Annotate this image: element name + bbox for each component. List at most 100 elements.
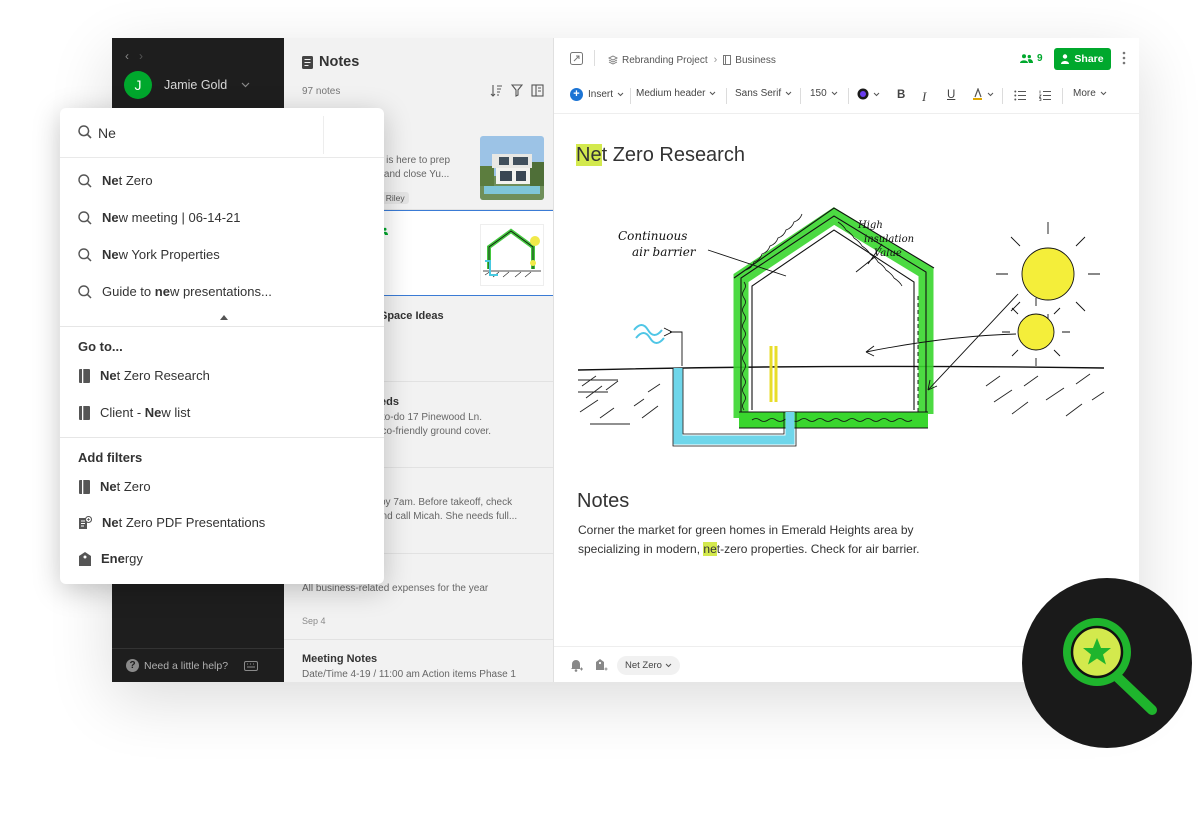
search-bar [60,108,384,158]
breadcrumb-notebook[interactable]: Business [735,55,776,66]
text-color-button[interactable] [857,88,880,100]
insert-button[interactable]: + Insert [570,88,624,101]
avatar: J [124,71,152,99]
chevron-down-icon [709,91,716,96]
note-snippet: All business-related expenses for the ye… [302,583,489,594]
forward-arrow-icon[interactable]: › [139,49,143,63]
tag-chip[interactable]: Riley [381,192,409,204]
search-icon [78,247,92,262]
back-arrow-icon[interactable]: ‹ [125,49,129,63]
reminder-icon[interactable] [570,658,583,672]
net-zero-house-sketch: Continuous air barrier High insulation V… [576,186,1108,466]
magnifier-star-icon [1052,606,1162,716]
text-style-dropdown[interactable]: Medium header [636,88,716,99]
breadcrumb-stack[interactable]: Rebranding Project [622,55,708,66]
toolbar-divider [726,88,727,104]
notes-list-tools [490,84,544,97]
more-formatting-button[interactable]: More [1073,88,1107,99]
help-label: Need a little help? [144,659,229,672]
notes-list-title: Notes [319,54,360,70]
divider [323,116,324,154]
toolbar-divider [848,88,849,104]
notebook-icon [79,405,90,420]
highlight-button[interactable] [972,88,994,100]
search-icon [78,210,92,225]
people-icon [1020,54,1033,63]
note-title-heading[interactable]: Net Zero Research [576,144,745,167]
goto-item[interactable]: Net Zero Research [78,368,210,383]
add-tag-icon[interactable] [595,658,608,672]
chevron-down-icon [241,82,250,88]
italic-button[interactable]: I [922,89,926,105]
note-card[interactable]: Meeting Notes Date/Time 4-19 / 11:00 am … [284,640,553,682]
numbered-list-icon[interactable] [1039,90,1051,101]
share-button[interactable]: Share [1054,48,1111,70]
expand-icon[interactable] [570,52,583,65]
toolbar-divider [1062,88,1063,104]
search-suggestion[interactable]: Net Zero [78,173,153,188]
notes-section-heading[interactable]: Notes [577,490,629,513]
breadcrumb: Rebranding Project › Business [608,54,776,66]
highlighter-icon [972,88,983,100]
search-match-highlight: Ne [576,144,602,166]
search-match-highlight: ne [703,541,717,556]
divider [60,326,384,327]
note-snippet: Date/Time 4-19 / 11:00 am Action items P… [302,669,516,680]
note-editor: Rebranding Project › Business 9 Share + [554,38,1139,682]
divider [594,50,595,66]
notebook-icon [723,55,732,65]
plus-icon: + [570,88,583,101]
note-body-text[interactable]: Corner the market for green homes in Eme… [578,521,958,558]
person-add-icon [1061,54,1070,64]
filter-item[interactable]: Net Zero PDF Presentations [78,515,265,530]
sort-icon[interactable] [490,84,503,97]
chevron-down-icon [665,663,672,668]
chevron-down-icon [617,92,624,97]
font-family-dropdown[interactable]: Sans Serif [735,88,792,99]
toolbar-divider-line [554,113,1139,114]
search-input[interactable] [98,122,318,144]
bullet-list-icon[interactable] [1014,90,1026,101]
sketch-label: insulation [864,234,914,245]
toolbar-divider [1002,88,1003,104]
notebook-icon [79,479,90,494]
underline-button[interactable]: U [947,89,955,101]
tag-chip[interactable]: Net Zero [617,656,680,675]
search-feature-badge [1022,578,1192,748]
help-bar[interactable]: ? Need a little help? [112,648,284,682]
goto-item[interactable]: Client - New list [78,405,190,420]
chevron-down-icon [987,92,994,97]
font-size-dropdown[interactable]: 150 [810,88,838,99]
collaborators-count[interactable]: 9 [1020,53,1043,64]
keyboard-icon[interactable] [244,660,259,671]
note-date: Sep 4 [302,616,326,626]
chevron-down-icon [873,92,880,97]
toolbar-divider [630,88,631,104]
history-nav: ‹ › [125,49,143,63]
filter-item[interactable]: Energy [78,551,143,566]
search-suggestion[interactable]: New meeting | 06-14-21 [78,210,241,225]
search-icon [78,173,92,188]
note-snippet: ng to-do 17 Pinewood Ln. [368,412,482,423]
view-toggle-icon[interactable] [531,84,544,97]
notes-list-header: Notes [302,54,359,70]
account-switcher[interactable]: J Jamie Gold [124,71,250,99]
color-swatch-icon [857,88,869,100]
bold-button[interactable]: B [897,89,905,101]
collapse-caret-icon[interactable] [220,315,228,320]
sketch-label: High [857,220,883,231]
note-title: Meeting Notes [302,653,378,665]
tag-icon [79,551,91,566]
stack-icon [608,55,618,65]
chevron-down-icon [785,91,792,96]
search-suggestion[interactable]: Guide to new presentations... [78,284,272,299]
sketch-thumbnail [480,224,544,286]
note-title: Space Ideas [380,310,444,322]
more-options-icon[interactable] [1122,51,1126,65]
note-snippet: eco-friendly ground cover. [376,426,492,437]
filter-icon[interactable] [511,84,523,97]
filter-item[interactable]: Net Zero [78,479,151,494]
search-suggestion[interactable]: New York Properties [78,247,220,262]
sketch-label: air barrier [632,245,697,259]
search-icon [78,284,92,299]
